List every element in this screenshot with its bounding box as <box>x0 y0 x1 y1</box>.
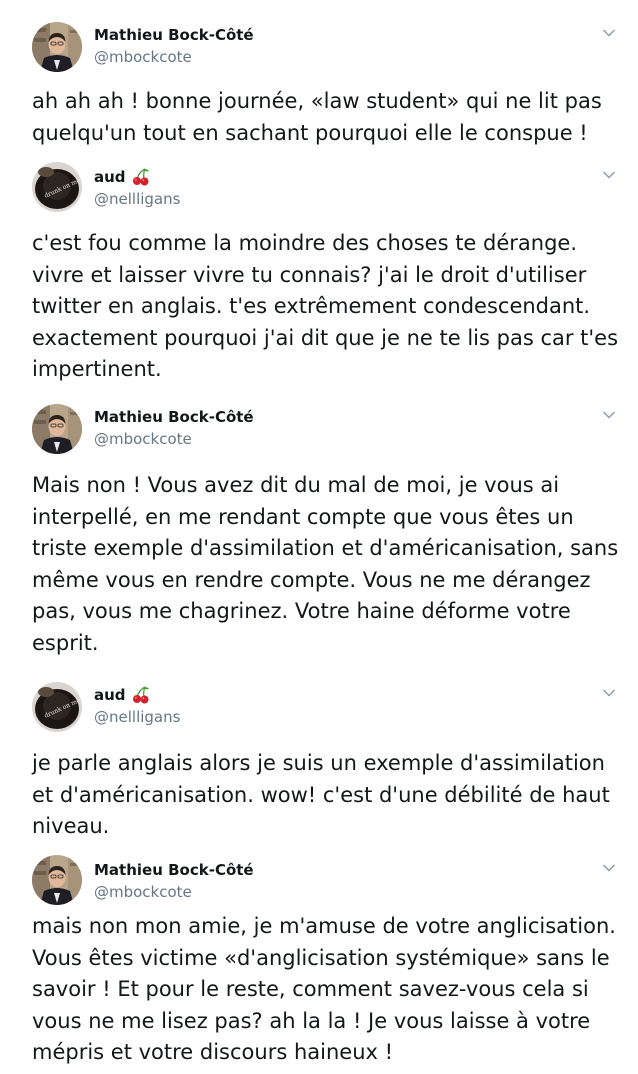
author-name[interactable]: aud <box>94 168 150 186</box>
nellligans-avatar-icon[interactable] <box>32 162 82 212</box>
author-name[interactable]: Mathieu Bock-Côté <box>94 408 254 426</box>
chevron-down-icon[interactable] <box>602 688 616 698</box>
tweet[interactable]: aud @nellligans je parle anglais alors j… <box>0 672 638 847</box>
author-name[interactable]: Mathieu Bock-Côté <box>94 861 254 879</box>
author-handle[interactable]: @nellligans <box>94 708 180 726</box>
tweet[interactable]: Mathieu Bock-Côté @mbockcote mais non mo… <box>0 847 638 1074</box>
mbockcote-avatar-icon[interactable] <box>32 22 82 72</box>
cherries-icon <box>132 686 150 704</box>
tweet-text: ah ah ah ! bonne journée, «law student» … <box>32 89 602 145</box>
mbockcote-avatar-icon[interactable] <box>32 855 82 905</box>
cherries-icon <box>132 168 150 186</box>
author-handle[interactable]: @mbockcote <box>94 48 192 66</box>
chevron-down-icon[interactable] <box>602 863 616 873</box>
chevron-down-icon[interactable] <box>602 170 616 180</box>
tweet[interactable]: aud @nellligans c'est fou comme la moind… <box>0 160 638 390</box>
author-name[interactable]: aud <box>94 686 150 704</box>
mbockcote-avatar-icon[interactable] <box>32 404 82 454</box>
tweet[interactable]: Mathieu Bock-Côté @mbockcote ah ah ah ! … <box>0 0 638 160</box>
author-name[interactable]: Mathieu Bock-Côté <box>94 26 254 44</box>
chevron-down-icon[interactable] <box>602 410 616 420</box>
chevron-down-icon[interactable] <box>602 28 616 38</box>
tweet-text: Mais non ! Vous avez dit du mal de moi, … <box>32 473 619 655</box>
nellligans-avatar-icon[interactable] <box>32 682 82 732</box>
tweet-text: mais non mon amie, je m'amuse de votre a… <box>32 914 616 1064</box>
tweet[interactable]: Mathieu Bock-Côté @mbockcote Mais non ! … <box>0 390 638 672</box>
author-handle[interactable]: @mbockcote <box>94 430 192 448</box>
author-handle[interactable]: @nellligans <box>94 190 180 208</box>
author-handle[interactable]: @mbockcote <box>94 883 192 901</box>
tweet-text: je parle anglais alors je suis un exempl… <box>32 751 610 838</box>
tweet-text: c'est fou comme la moindre des choses te… <box>32 231 619 381</box>
